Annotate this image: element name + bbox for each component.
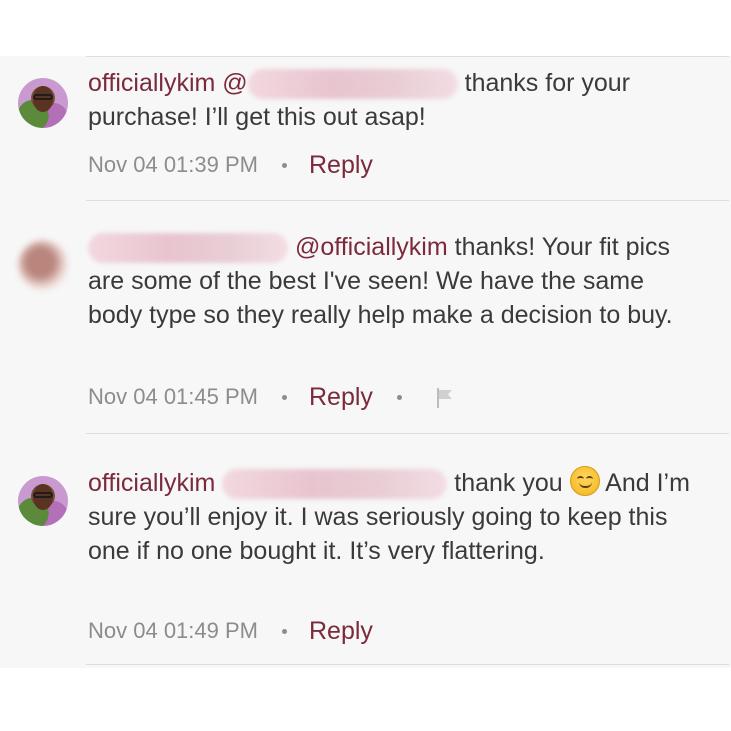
divider [86,200,729,201]
username-link[interactable]: officiallykim [88,69,215,97]
comments-panel [0,56,731,668]
timestamp: Nov 04 01:39 PM [88,152,258,177]
avatar[interactable] [18,476,68,526]
reply-button[interactable]: Reply [309,616,373,646]
reply-button[interactable]: Reply [309,150,373,180]
separator-dot [281,162,287,168]
redacted-mention [247,69,458,100]
separator-dot [396,394,402,400]
mention-prefix[interactable]: @ [222,69,247,97]
separator-dot [281,394,287,400]
divider [86,56,729,57]
avatar[interactable] [18,240,68,290]
redacted-mention [222,469,448,500]
comment-text: @officiallykim thanks! Your fit pics are… [88,230,691,332]
comment-text: officiallykim @ thanks for your purchase… [88,66,691,134]
divider [86,664,729,665]
timestamp: Nov 04 01:49 PM [88,618,258,643]
separator-dot [281,628,287,634]
comment-text: officiallykim thank you And I’m sure you… [88,466,691,568]
timestamp: Nov 04 01:45 PM [88,384,258,409]
smiling-face-icon [569,466,600,496]
flag-icon[interactable] [434,386,456,408]
comment-body-start: thank you [454,469,570,497]
reply-button[interactable]: Reply [309,382,373,412]
avatar[interactable] [18,78,68,128]
divider [86,433,729,434]
mention-link[interactable]: @officiallykim [295,233,448,261]
comment-meta: Nov 04 01:49 PM Reply [88,616,373,646]
username-link[interactable]: officiallykim [88,469,215,497]
redacted-username [88,233,288,264]
comment-meta: Nov 04 01:45 PM Reply [88,382,456,412]
comment-meta: Nov 04 01:39 PM Reply [88,150,373,180]
